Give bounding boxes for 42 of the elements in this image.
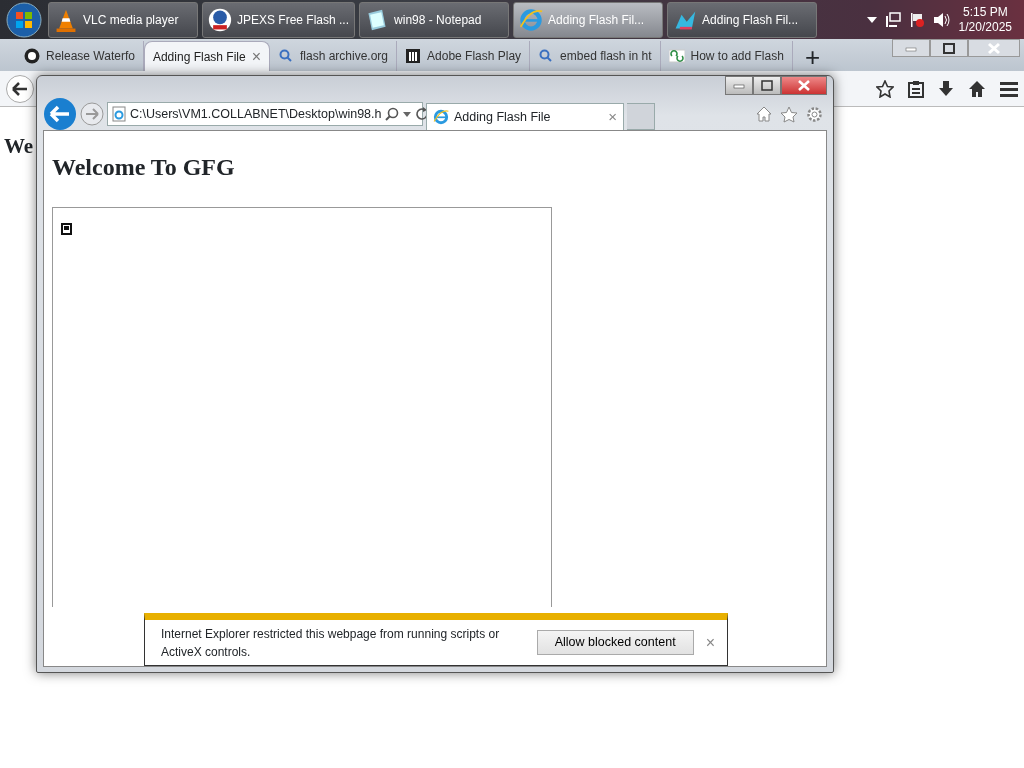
search-icon (278, 48, 294, 64)
maximize-button[interactable] (942, 41, 956, 55)
home-icon[interactable] (968, 79, 986, 98)
download-icon[interactable] (938, 79, 954, 98)
star-icon[interactable] (780, 105, 798, 123)
clock[interactable]: 5:15 PM 1/20/2025 (958, 4, 1020, 35)
close-icon[interactable]: × (608, 105, 617, 129)
flag-icon[interactable] (908, 11, 925, 28)
page-heading: We (4, 133, 34, 160)
browser-tab[interactable]: Adding Flash File × (426, 103, 624, 130)
ie-logo-icon (519, 7, 544, 32)
browser-tab[interactable]: Adding Flash File × (143, 41, 270, 71)
maximize-button[interactable] (759, 79, 775, 92)
menu-icon[interactable] (1000, 80, 1018, 97)
speaker-icon[interactable] (932, 11, 951, 28)
notification-message: Internet Explorer restricted this webpage from running scripts or ActiveX controls. (161, 625, 501, 661)
close-button[interactable] (796, 79, 812, 92)
back-arrow-icon (12, 81, 28, 96)
broken-plugin-icon (61, 222, 72, 235)
dropdown-arrow-icon[interactable] (403, 111, 412, 117)
page-heading: Welcome To GFG (52, 153, 236, 182)
page-icon (112, 106, 126, 122)
clipboard-icon[interactable] (908, 79, 924, 98)
close-button[interactable]: × (703, 630, 717, 655)
columns-icon (405, 48, 422, 64)
new-tab-button[interactable]: + (804, 43, 821, 71)
taskbar-button[interactable]: JPEXS Free Flash ... (202, 1, 356, 38)
ff-logo-icon (208, 7, 232, 32)
address-bar[interactable]: C:\Users\VM1.COLLABNET\Desktop\win98.h (107, 102, 423, 126)
dropdown-arrow-icon[interactable] (866, 16, 877, 23)
start-button[interactable] (6, 1, 42, 38)
close-icon[interactable]: × (251, 44, 261, 69)
network-icon[interactable] (884, 11, 901, 28)
taskbar-button[interactable]: Adding Flash Fil... (667, 1, 818, 38)
back-button[interactable] (6, 74, 34, 103)
taskbar-button[interactable]: win98 - Notepad (359, 1, 510, 38)
star-icon[interactable] (876, 79, 894, 98)
taskbar-button[interactable]: VLC media player (48, 1, 198, 38)
ie-logo-icon (433, 109, 449, 125)
search-icon[interactable] (385, 107, 400, 121)
allow-button[interactable]: Allow blocked content (536, 630, 694, 655)
settings-icon[interactable] (806, 105, 823, 123)
